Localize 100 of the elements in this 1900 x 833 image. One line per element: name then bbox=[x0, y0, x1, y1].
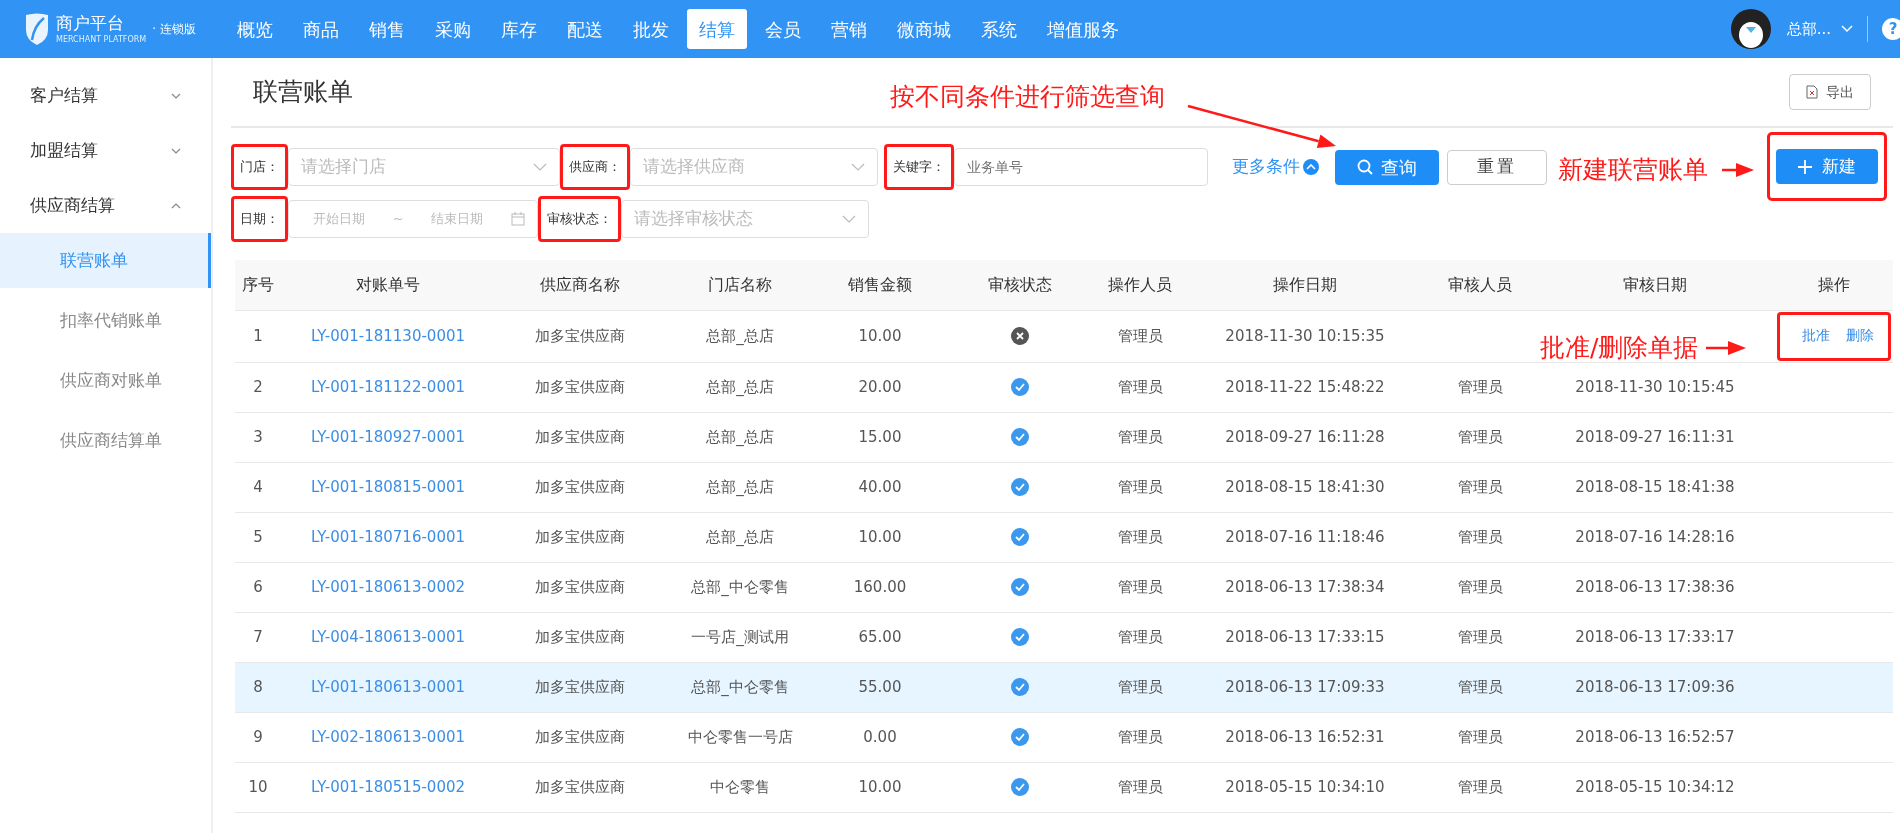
nav-tab[interactable]: 批发 bbox=[621, 9, 681, 49]
table-cell: 0.00 bbox=[863, 727, 897, 746]
user-name[interactable]: 总部... bbox=[1786, 17, 1831, 41]
sidebar-group[interactable]: 客户结算 bbox=[0, 68, 211, 123]
sidebar-group[interactable]: 供应商结算 bbox=[0, 178, 211, 233]
bill-number-link[interactable]: LY-004-180613-0001 bbox=[310, 627, 466, 646]
column-header: 门店名称 bbox=[665, 260, 815, 310]
table-cell: 10.00 bbox=[858, 326, 902, 345]
table-cell: 管理员 bbox=[1117, 377, 1163, 396]
table-cell: 总部_总店 bbox=[706, 326, 774, 345]
action-link[interactable]: 删除 bbox=[1846, 324, 1874, 346]
chevron-down-icon[interactable] bbox=[842, 215, 856, 223]
sidebar-group[interactable]: 加盟结算 bbox=[0, 123, 211, 178]
table-cell: 管理员 bbox=[1457, 627, 1503, 646]
bill-number-link[interactable]: LY-001-180613-0002 bbox=[310, 577, 466, 596]
table-cell: 2018-08-15 18:41:30 bbox=[1225, 477, 1385, 496]
nav-tab[interactable]: 结算 bbox=[687, 9, 747, 49]
table-cell: 2018-09-27 16:11:31 bbox=[1575, 427, 1735, 446]
select-field[interactable]: 请选择供应商 bbox=[630, 148, 878, 186]
table-cell: 3 bbox=[253, 427, 263, 446]
bill-number-link[interactable]: LY-001-181122-0001 bbox=[310, 377, 466, 396]
sidebar-item[interactable]: 供应商对账单 bbox=[0, 353, 211, 408]
table-cell: 加多宝供应商 bbox=[535, 577, 625, 596]
table-cell: 2018-06-13 17:09:36 bbox=[1575, 677, 1735, 696]
input-field[interactable]: 业务单号 bbox=[954, 148, 1208, 186]
column-header: 操作 bbox=[1775, 260, 1893, 310]
table-cell: 65.00 bbox=[858, 627, 902, 646]
help-button[interactable]: ? bbox=[1882, 18, 1900, 40]
nav-tab[interactable]: 库存 bbox=[489, 9, 549, 49]
chevron-down-icon[interactable] bbox=[533, 163, 547, 171]
search-icon bbox=[1357, 159, 1373, 175]
bill-number-link[interactable]: LY-001-180815-0001 bbox=[310, 477, 466, 496]
date-range-field[interactable]: 开始日期 ~ 结束日期 bbox=[288, 200, 538, 238]
bill-number-link[interactable]: LY-001-180716-0001 bbox=[310, 527, 466, 546]
table-cell: 10.00 bbox=[858, 527, 902, 546]
table-cell: 2018-07-16 11:18:46 bbox=[1225, 527, 1385, 546]
table-cell: 加多宝供应商 bbox=[535, 677, 625, 696]
table-cell: 6 bbox=[253, 577, 263, 596]
action-link[interactable]: 批准 bbox=[1802, 324, 1830, 346]
table-cell: 一号店_测试用 bbox=[691, 627, 789, 646]
column-header: 审核状态 bbox=[945, 260, 1095, 310]
table-cell: 管理员 bbox=[1457, 727, 1503, 746]
calendar-icon[interactable] bbox=[510, 212, 525, 226]
reset-button[interactable]: 重置 bbox=[1447, 149, 1547, 185]
table-cell: 管理员 bbox=[1117, 477, 1163, 496]
sidebar-item[interactable]: 供应商结算单 bbox=[0, 413, 211, 468]
nav-tab[interactable]: 系统 bbox=[969, 9, 1029, 49]
table-cell: 2018-08-15 18:41:38 bbox=[1575, 477, 1735, 496]
select-field[interactable]: 请选择门店 bbox=[288, 148, 560, 186]
nav-tab[interactable]: 销售 bbox=[357, 9, 417, 49]
filter-label: 供应商： bbox=[560, 144, 630, 190]
column-header: 供应商名称 bbox=[495, 260, 665, 310]
table-cell: 管理员 bbox=[1117, 627, 1163, 646]
annotation-text: 新建联营账单 bbox=[1558, 157, 1708, 182]
select-field[interactable]: 请选择审核状态 bbox=[621, 200, 869, 238]
table-cell: 40.00 bbox=[858, 477, 902, 496]
nav-tab[interactable]: 商品 bbox=[291, 9, 351, 49]
table-cell: 管理员 bbox=[1457, 427, 1503, 446]
chevron-down-icon[interactable] bbox=[851, 163, 865, 171]
table-cell: 15.00 bbox=[858, 427, 902, 446]
column-header: 对账单号 bbox=[281, 260, 495, 310]
nav-tab[interactable]: 概览 bbox=[225, 9, 285, 49]
nav-tab[interactable]: 微商城 bbox=[885, 9, 963, 49]
table-cell: 总部_中仑零售 bbox=[691, 577, 789, 596]
nav-tab[interactable]: 配送 bbox=[555, 9, 615, 49]
table-cell: 加多宝供应商 bbox=[535, 727, 625, 746]
bill-number-link[interactable]: LY-001-180927-0001 bbox=[310, 427, 466, 446]
bill-number-link[interactable]: LY-001-181130-0001 bbox=[310, 326, 466, 345]
more-conditions-link[interactable]: 更多条件 bbox=[1232, 154, 1319, 180]
export-button[interactable]: 导出 bbox=[1789, 74, 1871, 110]
shield-logo-icon bbox=[24, 12, 50, 46]
table-cell: 160.00 bbox=[853, 577, 907, 596]
table-cell: 2018-06-13 16:52:31 bbox=[1225, 727, 1385, 746]
table-cell: 5 bbox=[253, 527, 263, 546]
table-cell: 总部_总店 bbox=[706, 477, 774, 496]
sidebar-item[interactable]: 联营账单 bbox=[0, 233, 211, 288]
sidebar-item[interactable]: 扣率代销账单 bbox=[0, 293, 211, 348]
nav-tab[interactable]: 增值服务 bbox=[1035, 9, 1131, 49]
query-button[interactable]: 查询 bbox=[1335, 149, 1439, 185]
column-header: 审核人员 bbox=[1425, 260, 1535, 310]
table-cell: 2018-06-13 17:09:33 bbox=[1225, 677, 1385, 696]
new-button[interactable]: 新建 bbox=[1776, 149, 1878, 184]
table-cell: 中仑零售 bbox=[710, 777, 770, 796]
table-cell: 管理员 bbox=[1117, 727, 1163, 746]
nav-tab[interactable]: 营销 bbox=[819, 9, 879, 49]
column-header: 操作人员 bbox=[1095, 260, 1185, 310]
table-cell: 管理员 bbox=[1117, 527, 1163, 546]
nav-tab[interactable]: 采购 bbox=[423, 9, 483, 49]
table-cell: 2018-06-13 17:38:34 bbox=[1225, 577, 1385, 596]
table-cell: 加多宝供应商 bbox=[535, 627, 625, 646]
bill-number-link[interactable]: LY-001-180515-0002 bbox=[310, 777, 466, 796]
table-cell: 加多宝供应商 bbox=[535, 477, 625, 496]
table-cell: 管理员 bbox=[1117, 427, 1163, 446]
table-cell: 2 bbox=[253, 377, 263, 396]
bill-number-link[interactable]: LY-002-180613-0001 bbox=[310, 727, 466, 746]
page-title: 联营账单 bbox=[253, 76, 353, 109]
plus-icon bbox=[1798, 159, 1812, 174]
nav-tab[interactable]: 会员 bbox=[753, 9, 813, 49]
table-cell: 20.00 bbox=[858, 377, 902, 396]
file-icon bbox=[1806, 85, 1818, 99]
